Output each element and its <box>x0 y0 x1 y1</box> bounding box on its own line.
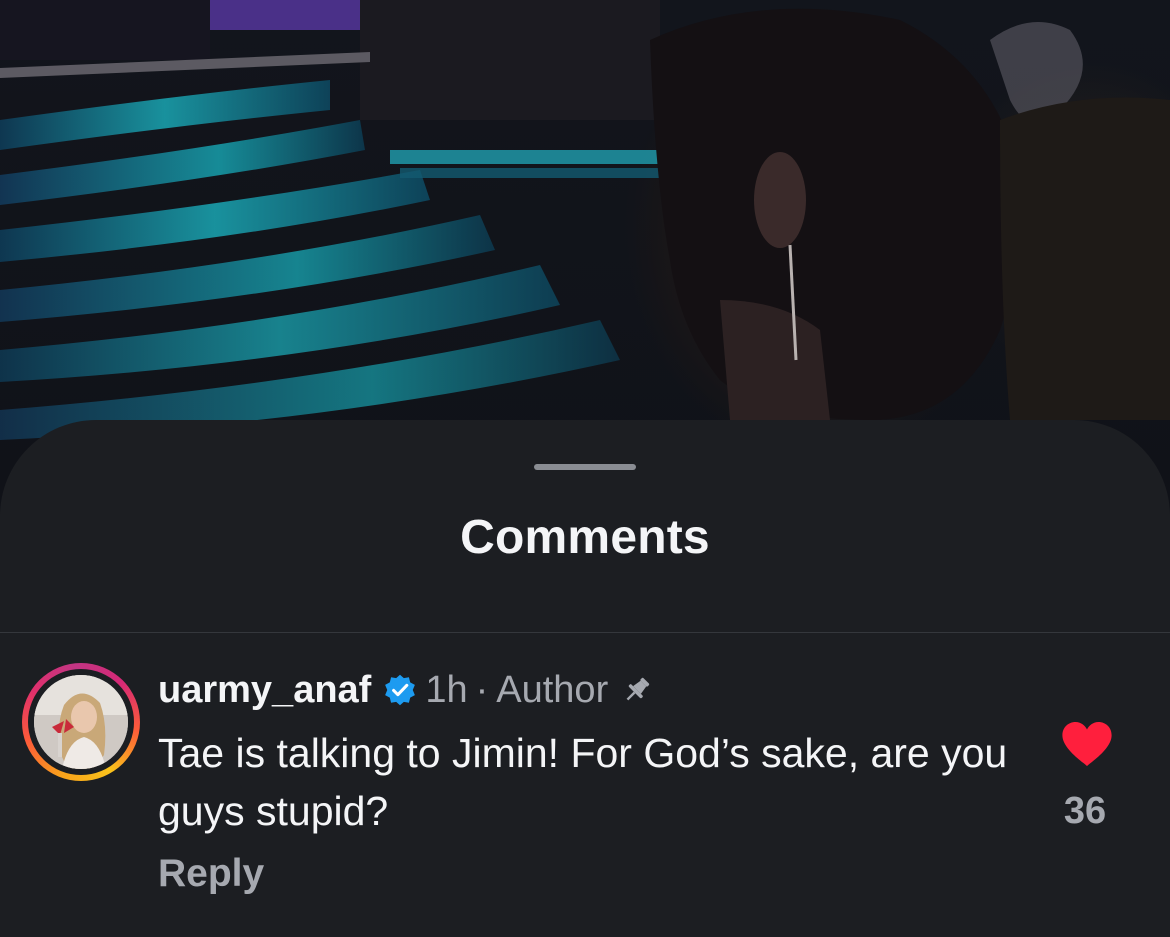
avatar[interactable] <box>34 675 128 769</box>
pin-icon <box>626 677 650 701</box>
sheet-title: Comments <box>460 511 710 564</box>
meta-separator: · <box>475 668 489 711</box>
avatar-story-ring[interactable] <box>22 663 140 781</box>
comment-header: uarmy_anaf 1h · Author <box>158 666 654 714</box>
heart-filled-icon[interactable] <box>1060 720 1114 768</box>
like-count: 36 <box>1063 790 1107 832</box>
comment-text: Tae is talking to Jimin! For God’s sake,… <box>158 730 1008 834</box>
reply-button[interactable]: Reply <box>158 852 264 896</box>
comments-screen: Comments uarmy_anaf 1h · Author Tae is t… <box>0 0 1170 937</box>
verified-badge-icon <box>385 674 416 706</box>
sheet-drag-handle[interactable] <box>534 464 636 470</box>
comment-username[interactable]: uarmy_anaf <box>158 669 371 712</box>
comment-time: 1h <box>425 668 468 711</box>
author-label: Author <box>496 668 609 711</box>
avatar-photo <box>34 675 128 769</box>
comments-sheet: Comments uarmy_anaf 1h · Author Tae is t… <box>0 420 1170 937</box>
header-divider <box>0 632 1170 633</box>
